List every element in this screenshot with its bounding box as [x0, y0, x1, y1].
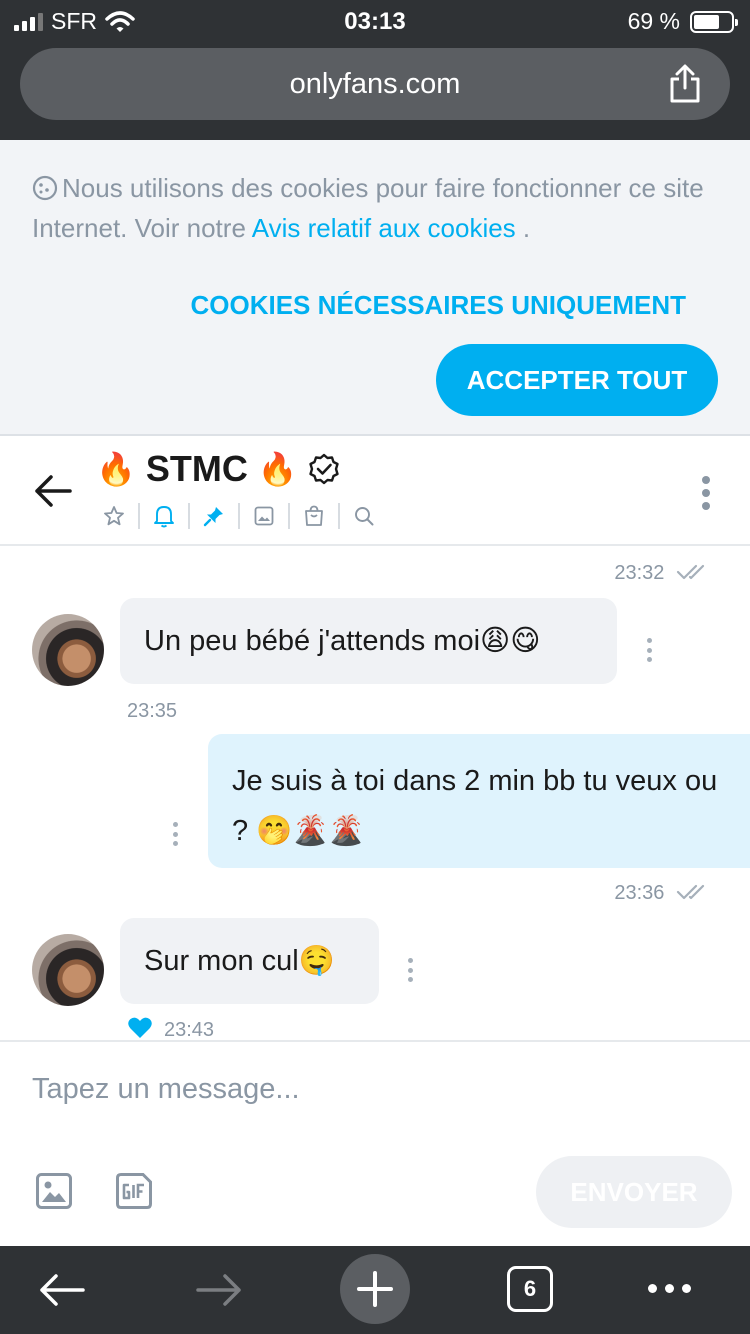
read-receipt-icon: [676, 884, 705, 900]
cookie-icon: [32, 175, 58, 201]
chat-header: 🔥 STMC 🔥: [0, 436, 750, 546]
forward-icon[interactable]: [195, 1266, 243, 1314]
cookie-message: Nous utilisons des cookies pour faire fo…: [32, 168, 732, 248]
bag-icon[interactable]: [300, 502, 328, 530]
back-arrow-icon[interactable]: [34, 474, 72, 508]
browser-top-chrome: SFR 03:13 69 % onlyfans.com: [0, 0, 750, 140]
necessary-cookies-button[interactable]: COOKIES NÉCESSAIRES UNIQUEMENT: [190, 290, 686, 321]
star-icon[interactable]: [100, 502, 128, 530]
flame-emoji: 🔥: [96, 451, 136, 487]
message-timestamp: 23:36: [614, 882, 714, 905]
verified-badge-icon: [308, 453, 339, 485]
url-text[interactable]: onlyfans.com: [20, 68, 730, 101]
browser-toolbar: 6: [0, 1246, 750, 1334]
back-icon[interactable]: [38, 1266, 86, 1314]
more-menu-icon[interactable]: [648, 1284, 691, 1293]
pin-icon[interactable]: [200, 502, 228, 530]
outgoing-message-bubble[interactable]: Je suis à toi dans 2 min bb tu veux ou ?…: [208, 734, 750, 868]
new-tab-button[interactable]: [340, 1254, 410, 1324]
incoming-message-bubble[interactable]: Sur mon cul🤤: [120, 918, 379, 1004]
image-icon[interactable]: [250, 502, 278, 530]
message-options-icon[interactable]: [647, 638, 653, 662]
incoming-message-bubble[interactable]: Un peu bébé j'attends moi😩😋: [120, 598, 617, 684]
chat-header-toolbar: [90, 502, 388, 530]
add-image-icon[interactable]: [35, 1172, 73, 1210]
battery-percentage: 69 %: [627, 8, 680, 34]
message-text: Je suis à toi dans 2 min bb tu veux ou ?…: [232, 765, 718, 847]
message-text: Sur mon cul🤤: [144, 945, 335, 977]
cookie-policy-link[interactable]: Avis relatif aux cookies: [252, 213, 516, 243]
status-bar: SFR 03:13 69 %: [0, 0, 750, 42]
avatar[interactable]: [32, 614, 104, 686]
message-options-icon[interactable]: [173, 822, 179, 846]
flame-emoji: 🔥: [257, 451, 298, 487]
more-options-icon[interactable]: [702, 476, 712, 510]
heart-icon[interactable]: [127, 1016, 153, 1040]
message-timestamp: 23:32: [614, 562, 714, 585]
search-icon[interactable]: [350, 502, 378, 530]
message-composer: ENVOYER: [0, 1040, 750, 1246]
cookie-banner: Nous utilisons des cookies pour faire fo…: [0, 140, 750, 436]
battery-icon: [690, 10, 738, 33]
contact-name: STMC: [145, 448, 248, 489]
message-input[interactable]: [32, 1064, 712, 1114]
message-list[interactable]: 23:32 Un peu bébé j'attends moi😩😋 23:35 …: [0, 548, 750, 1040]
plus-icon: [357, 1271, 393, 1307]
message-timestamp: 23:35: [127, 700, 178, 722]
send-button[interactable]: ENVOYER: [536, 1156, 732, 1228]
message-text: Un peu bébé j'attends moi😩😋: [144, 625, 541, 657]
tab-switcher-button[interactable]: 6: [507, 1266, 553, 1312]
message-timestamp: 23:43: [164, 1019, 215, 1040]
share-icon[interactable]: [668, 64, 702, 104]
chat-title[interactable]: 🔥 STMC 🔥: [96, 448, 340, 490]
bell-icon[interactable]: [150, 502, 178, 530]
accept-all-button[interactable]: ACCEPTER TOUT: [436, 344, 718, 416]
read-receipt-icon: [676, 564, 705, 580]
address-bar[interactable]: onlyfans.com: [20, 48, 730, 120]
cookie-message-end: .: [515, 213, 531, 243]
message-options-icon[interactable]: [408, 958, 414, 982]
gif-icon[interactable]: [115, 1172, 153, 1210]
avatar[interactable]: [32, 934, 104, 1006]
